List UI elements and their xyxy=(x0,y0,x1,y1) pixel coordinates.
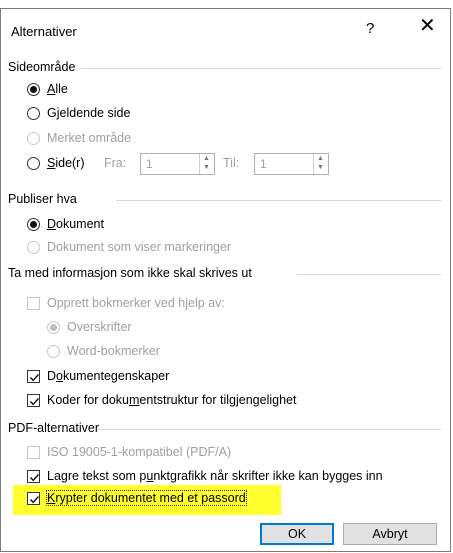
group-divider xyxy=(97,429,441,430)
publish-legend: Publiser hva xyxy=(8,192,77,206)
from-spinner-arrows[interactable]: ▲ ▼ xyxy=(199,154,214,174)
checkmark-icon xyxy=(29,496,40,504)
checkbox-bookmarks xyxy=(27,297,40,310)
radio-selection-label: Merket område xyxy=(47,131,132,145)
checkbox-bitmap[interactable] xyxy=(27,470,40,483)
close-icon[interactable]: ✕ xyxy=(419,16,436,36)
radio-document-markup-label: Dokument som viser markeringer xyxy=(47,240,232,254)
from-value: 1 xyxy=(146,157,153,171)
to-spinner[interactable]: 1 ▲ ▼ xyxy=(254,153,329,175)
from-label: Fra: xyxy=(104,156,127,170)
checkbox-structure-tags[interactable] xyxy=(27,394,40,407)
radio-word-bookmarks-label: Word-bokmerker xyxy=(67,344,160,358)
dialog-title: Alternativer xyxy=(11,24,77,39)
checkbox-doc-properties-label[interactable]: Dokumentegenskaper xyxy=(47,369,169,383)
top-strip xyxy=(0,0,453,8)
checkmark-icon xyxy=(29,374,40,382)
ok-button[interactable]: OK xyxy=(260,523,334,545)
checkmark-icon xyxy=(29,398,40,406)
checkmark-icon xyxy=(29,474,40,482)
radio-all-label[interactable]: Alle xyxy=(47,82,68,96)
pdf-legend: PDF-alternativer xyxy=(8,421,99,435)
radio-document[interactable] xyxy=(27,218,40,231)
checkbox-iso-label: ISO 19005-1-kompatibel (PDF/A) xyxy=(47,445,232,459)
checkbox-iso xyxy=(27,446,40,459)
to-label: Til: xyxy=(223,156,240,170)
from-spinner[interactable]: 1 ▲ ▼ xyxy=(140,153,215,175)
checkbox-doc-properties[interactable] xyxy=(27,370,40,383)
cancel-button[interactable]: Avbryt xyxy=(343,523,437,545)
checkbox-bitmap-label[interactable]: Lagre tekst som punktgrafikk når skrifte… xyxy=(47,469,383,483)
to-value: 1 xyxy=(260,157,267,171)
radio-pages-label[interactable]: Side(r) xyxy=(47,156,85,170)
checkbox-encrypt[interactable] xyxy=(27,492,40,505)
checkbox-encrypt-label[interactable]: Krypter dokumentet med et passord xyxy=(46,490,247,506)
radio-document-markup xyxy=(27,241,40,254)
radio-headings xyxy=(47,321,60,334)
help-icon[interactable]: ? xyxy=(366,20,374,37)
radio-pages[interactable] xyxy=(27,157,40,170)
nonprint-legend: Ta med informasjon som ikke skal skrives… xyxy=(8,266,252,280)
radio-current-page[interactable] xyxy=(27,107,40,120)
radio-word-bookmarks xyxy=(47,345,60,358)
group-divider xyxy=(297,274,441,275)
radio-current-page-label[interactable]: Gjeldende side xyxy=(47,106,130,120)
to-spinner-arrows[interactable]: ▲ ▼ xyxy=(313,154,328,174)
checkbox-structure-tags-label[interactable]: Koder for dokumentstruktur for tilgjenge… xyxy=(47,393,296,407)
radio-all[interactable] xyxy=(27,83,40,96)
radio-headings-label: Overskrifter xyxy=(67,320,132,334)
page-range-legend: Sideområde xyxy=(8,60,76,74)
group-divider xyxy=(116,200,441,201)
group-divider xyxy=(81,68,441,69)
radio-selection xyxy=(27,132,40,145)
checkbox-bookmarks-label: Opprett bokmerker ved hjelp av: xyxy=(47,296,225,310)
radio-document-label[interactable]: Dokument xyxy=(47,217,104,231)
